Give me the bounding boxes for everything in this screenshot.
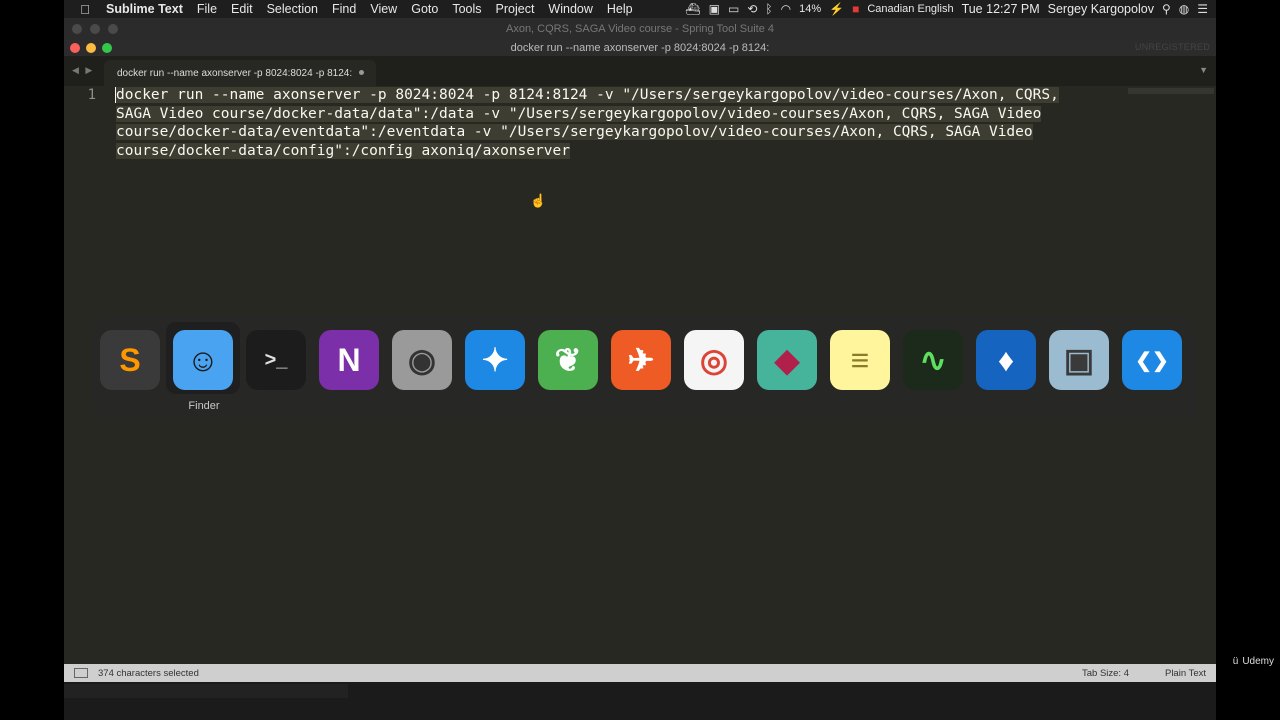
sublime-text-app-icon[interactable]: S: [100, 330, 160, 390]
safari-app-icon[interactable]: ✦: [465, 330, 525, 390]
docker-icon[interactable]: ⛴: [685, 2, 700, 16]
siri-icon[interactable]: ◍: [1179, 2, 1189, 16]
wrapped-line: SAGA Video course/docker-data/data":/dat…: [116, 105, 1042, 122]
activity-monitor-app-icon[interactable]: ∿: [903, 330, 963, 390]
menu-file[interactable]: File: [197, 2, 217, 16]
background-window-title: Axon, CQRS, SAGA Video course - Spring T…: [505, 23, 774, 35]
apple-menu-icon[interactable]: : [64, 2, 106, 17]
notes-app-icon[interactable]: ≡: [830, 330, 890, 390]
tab-untitled[interactable]: docker run --name axonserver -p 8024:802…: [104, 60, 376, 86]
status-bar: 374 characters selected Tab Size: 4 Plai…: [64, 664, 1216, 682]
app-menu[interactable]: Sublime Text: [106, 2, 183, 16]
airplay-icon[interactable]: ▭: [728, 2, 739, 16]
wrapped-line: course/docker-data/config":/config axoni…: [116, 142, 570, 159]
postman-app-icon[interactable]: ✈: [611, 330, 671, 390]
window-titlebar: docker run --name axonserver -p 8024:802…: [64, 40, 1216, 56]
chrome-app-icon[interactable]: ◎: [684, 330, 744, 390]
menu-view[interactable]: View: [370, 2, 397, 16]
screen-record-icon[interactable]: ▣: [709, 2, 720, 16]
menu-goto[interactable]: Goto: [411, 2, 438, 16]
background-window: Axon, CQRS, SAGA Video course - Spring T…: [64, 18, 1216, 40]
menu-project[interactable]: Project: [496, 2, 535, 16]
vscode-app-icon[interactable]: ❮❯: [1122, 330, 1182, 390]
selection-status: 374 characters selected: [98, 667, 199, 679]
code-text[interactable]: docker run --name axonserver -p 8024:802…: [116, 86, 1116, 160]
wrapped-line: docker run --name axonserver -p 8024:802…: [116, 87, 1059, 103]
line-number: 1: [87, 87, 96, 103]
onenote-app-icon[interactable]: N: [319, 330, 379, 390]
udemy-logo-icon: ü: [1232, 656, 1239, 667]
tab-bar: ◀ ▶ docker run --name axonserver -p 8024…: [64, 56, 1216, 86]
input-source[interactable]: Canadian English: [867, 3, 953, 15]
udemy-watermark: ü Udemy: [1233, 656, 1274, 667]
user-menu[interactable]: Sergey Kargopolov: [1048, 2, 1154, 16]
tab-size-selector[interactable]: Tab Size: 4: [1082, 668, 1129, 679]
menu-selection[interactable]: Selection: [267, 2, 318, 16]
unsaved-dot-icon[interactable]: [359, 70, 364, 75]
menu-find[interactable]: Find: [332, 2, 356, 16]
wrapped-line: course/docker-data/eventdata":/eventdata…: [116, 124, 1033, 140]
background-window-controls: [72, 24, 118, 34]
spring-tool-suite-app-icon[interactable]: ❦: [538, 330, 598, 390]
unregistered-label: UNREGISTERED: [1134, 42, 1210, 52]
tab-list-dropdown-icon[interactable]: ▼: [1199, 65, 1208, 75]
spotlight-search-icon[interactable]: ⚲: [1162, 2, 1171, 16]
preview-app-icon[interactable]: ▣: [1049, 330, 1109, 390]
virtualbox-like-app-icon[interactable]: ◆: [757, 330, 817, 390]
syntax-selector[interactable]: Plain Text: [1165, 668, 1206, 679]
panel-toggle-icon[interactable]: [74, 668, 88, 678]
window-title: docker run --name axonserver -p 8024:802…: [510, 42, 770, 54]
menu-tools[interactable]: Tools: [452, 2, 481, 16]
battery-percent[interactable]: 14%: [799, 3, 821, 15]
wifi-icon[interactable]: ◠: [781, 2, 791, 16]
menu-window[interactable]: Window: [548, 2, 592, 16]
time-machine-icon[interactable]: ⟲: [747, 2, 757, 16]
maximize-window-button[interactable]: [102, 43, 112, 53]
status-menus: ⛴ ▣ ▭ ⟲ ᛒ ◠ 14% ⚡ ■ Canadian English Tue…: [685, 2, 1216, 16]
udemy-label: Udemy: [1242, 656, 1274, 667]
notification-center-icon[interactable]: ☰: [1197, 2, 1208, 16]
menu-help[interactable]: Help: [607, 2, 633, 16]
canada-flag-icon[interactable]: ■: [852, 2, 859, 16]
sourcetree-app-icon[interactable]: ♦: [976, 330, 1036, 390]
clock[interactable]: Tue 12:27 PM: [962, 2, 1040, 16]
bluetooth-icon[interactable]: ᛒ: [765, 2, 772, 16]
minimap[interactable]: [1128, 88, 1214, 94]
tab-navigation-arrows-icon[interactable]: ◀ ▶: [72, 65, 94, 76]
battery-charging-icon[interactable]: ⚡: [829, 2, 844, 16]
menu-edit[interactable]: Edit: [231, 2, 253, 16]
minimize-window-button[interactable]: [86, 43, 96, 53]
close-window-button[interactable]: [70, 43, 80, 53]
dock-strip: [64, 682, 1216, 720]
app-switcher-selected-label: Finder: [188, 400, 220, 412]
tab-label: docker run --name axonserver -p 8024:802…: [117, 67, 353, 79]
finder-app-icon[interactable]: ☺: [173, 330, 233, 390]
line-number-gutter: 1: [64, 86, 108, 105]
menu-bar:  Sublime Text File Edit Selection Find …: [64, 0, 1216, 18]
pointer-hand-icon: ☝: [530, 193, 547, 208]
terminal-app-icon[interactable]: >_: [246, 330, 306, 390]
final-cut-app-icon[interactable]: ◉: [392, 330, 452, 390]
